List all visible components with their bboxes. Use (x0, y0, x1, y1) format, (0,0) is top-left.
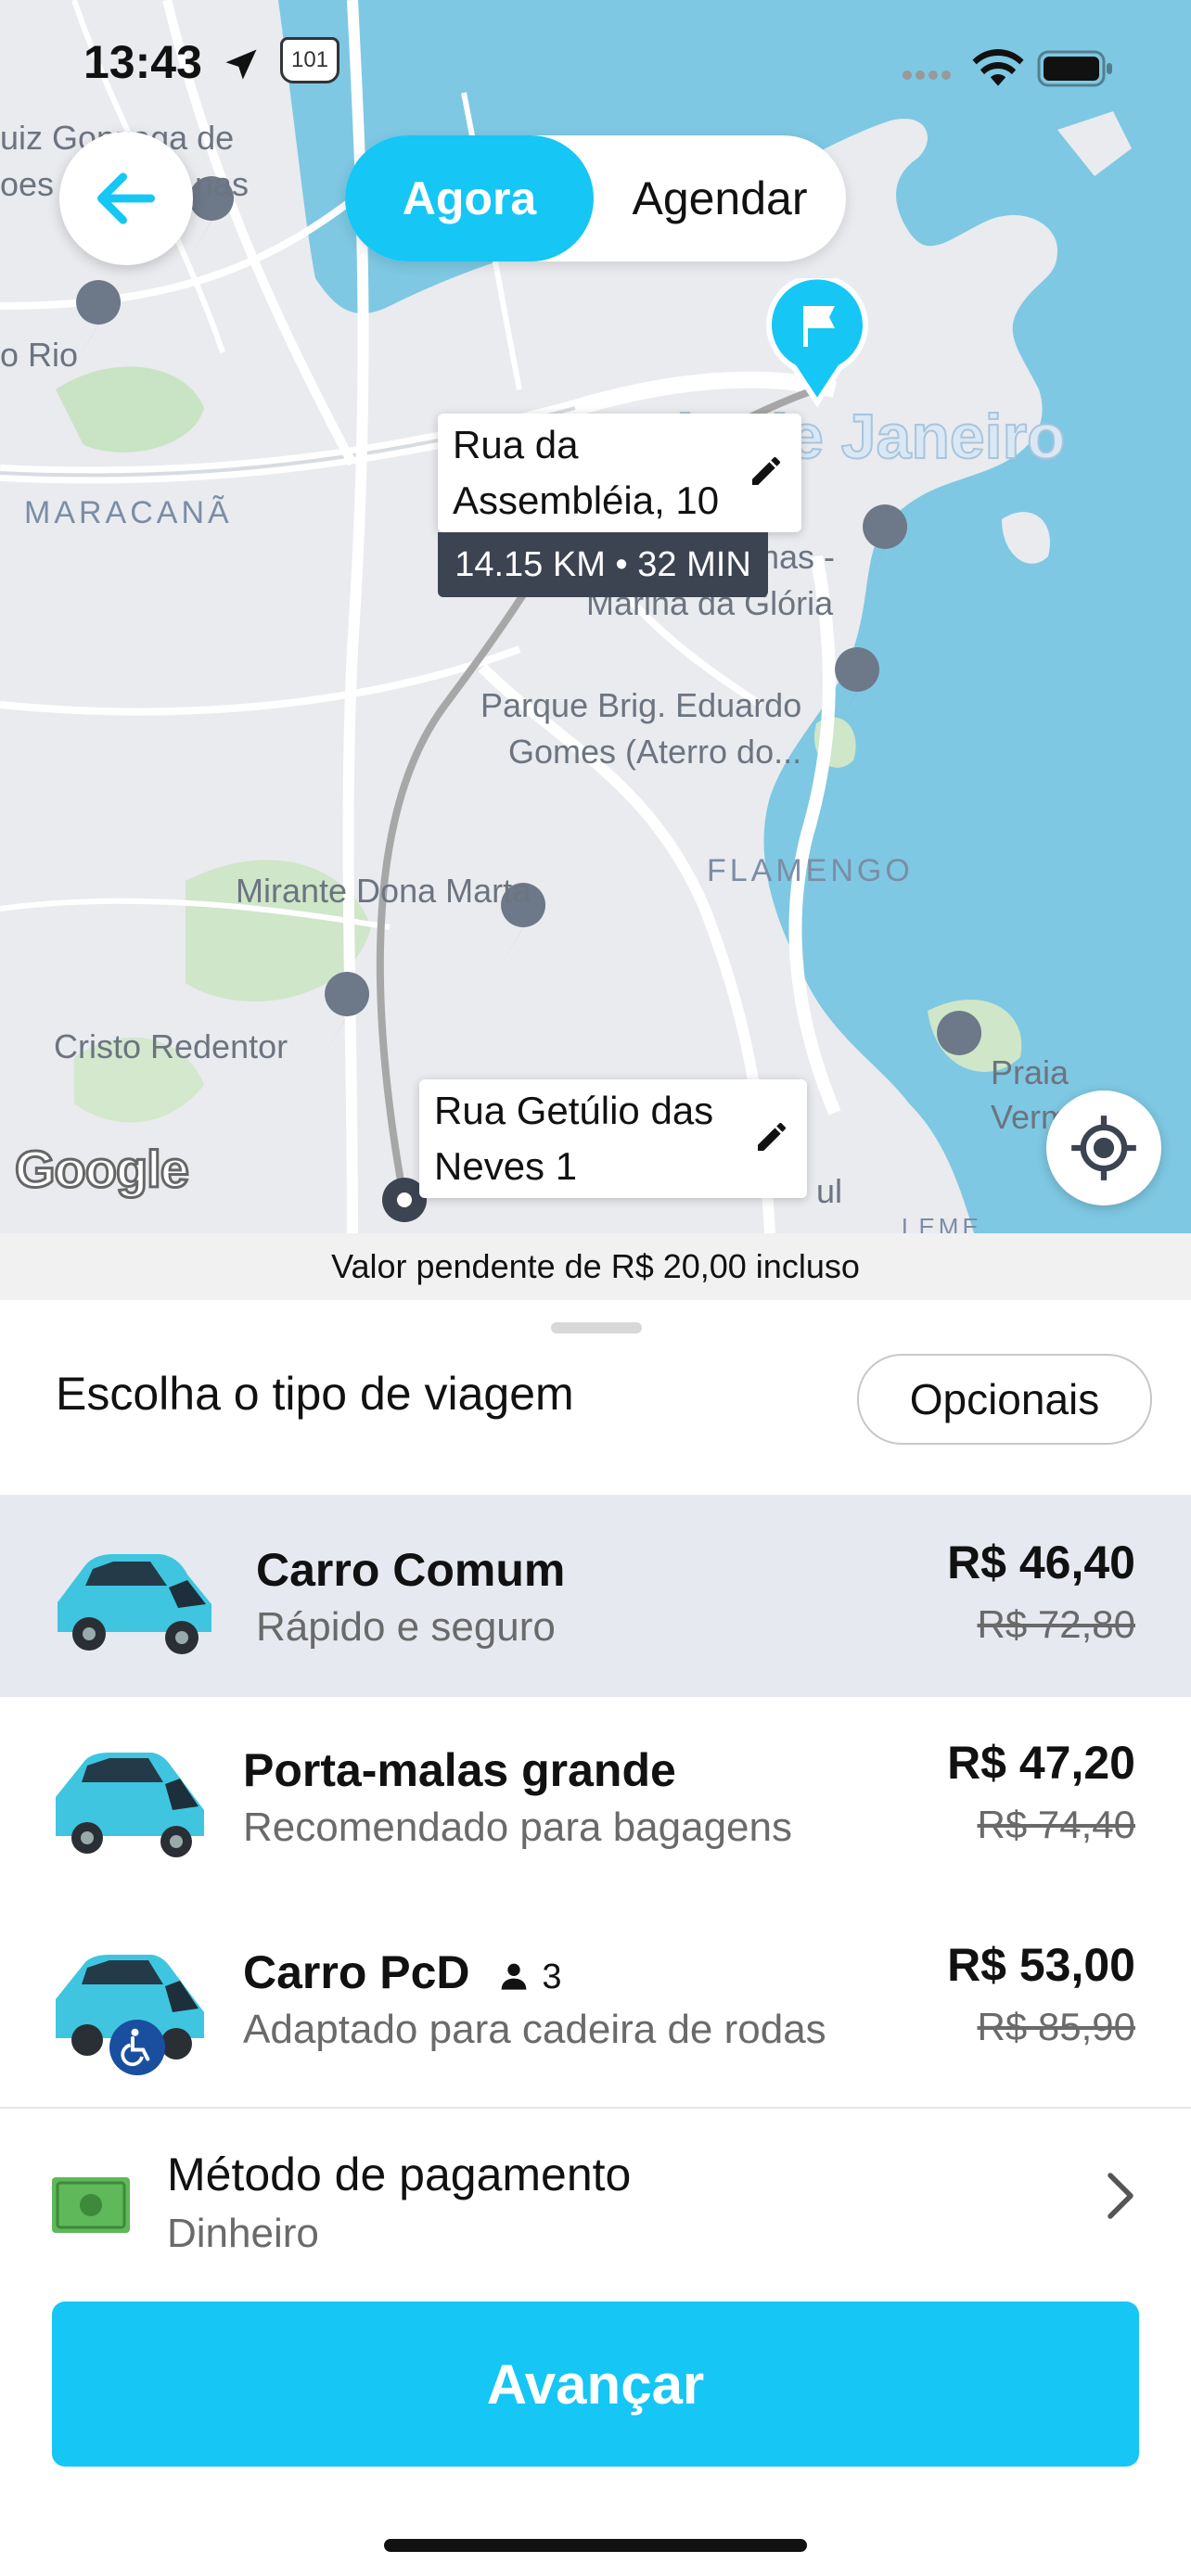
map-label: Gomes (Aterro do... (508, 733, 802, 771)
map-label: Parque Brig. Eduardo (480, 686, 802, 724)
ride-option-large-trunk[interactable]: Porta-malas grande Recomendado para baga… (0, 1699, 1191, 1901)
map-label: Praia (991, 1053, 1069, 1091)
payment-method-label: Método de pagamento (167, 2149, 632, 2200)
sheet-drag-handle[interactable] (551, 1322, 642, 1333)
location-arrow-icon (225, 49, 257, 80)
destination-line1: Rua da (453, 423, 579, 466)
signal-icon (903, 70, 951, 80)
pencil-icon[interactable] (753, 1118, 790, 1155)
ride-description: Rápido e seguro (256, 1604, 556, 1650)
ride-description: Adaptado para cadeira de rodas (243, 2007, 826, 2052)
car-icon (56, 1753, 204, 1857)
ride-old-price: R$ 74,40 (977, 1803, 1135, 1846)
ride-seat-count: 3 (542, 1958, 562, 1996)
destination-line2: Assembléia, 10 (453, 478, 720, 522)
flag-pin-icon (766, 278, 868, 408)
trip-time-toggle: Agora Agendar (345, 135, 846, 261)
ride-old-price: R$ 85,90 (977, 2005, 1135, 2048)
map-label: MARACANÃ (24, 495, 233, 530)
map-label: LEME (902, 1213, 982, 1233)
ride-option-accessible[interactable]: Carro PcD 3 Adaptado para cadeira de rod… (0, 1901, 1191, 2103)
home-indicator[interactable] (384, 2539, 807, 2552)
ride-price: R$ 53,00 (947, 1939, 1135, 1991)
map-label: FLAMENGO (707, 853, 914, 888)
map-view[interactable]: uiz Gonzaga de oes M nas o Rio MARACANÃ … (0, 0, 1191, 1233)
sheet-title: Escolha o tipo de viagem (56, 1368, 574, 1420)
map-label: Mirante Dona Marta (236, 872, 531, 910)
back-arrow-icon (97, 172, 156, 224)
ride-price: R$ 46,40 (947, 1537, 1135, 1588)
tab-schedule[interactable]: Agendar (594, 135, 846, 261)
destination-label[interactable]: Rua da Assembléia, 10 (438, 414, 801, 532)
payment-method-row[interactable]: Método de pagamento Dinheiro (0, 2123, 1191, 2272)
ride-price: R$ 47,20 (947, 1737, 1135, 1789)
ride-old-price: R$ 72,80 (977, 1602, 1135, 1646)
ride-description: Recomendado para bagagens (243, 1804, 793, 1850)
ride-option-standard[interactable]: Carro Comum Rápido e seguro R$ 46,40 R$ … (0, 1495, 1191, 1697)
route-shield-icon: 101 (280, 37, 339, 83)
origin-label[interactable]: Rua Getúlio das Neves 1 (419, 1079, 807, 1198)
origin-line1: Rua Getúlio das (434, 1089, 714, 1132)
map-label: nas (195, 165, 250, 203)
origin-line2: Neves 1 (434, 1144, 578, 1188)
map-label: Cristo Redentor (54, 1027, 288, 1065)
cash-icon (52, 2177, 130, 2233)
car-icon (58, 1554, 211, 1654)
pencil-icon[interactable] (748, 453, 785, 490)
status-bar: 13:43 101 (0, 0, 1191, 130)
ride-name: Porta-malas grande (243, 1744, 676, 1796)
divider (0, 2107, 1191, 2109)
pending-amount-notice: Valor pendente de R$ 20,00 incluso (0, 1233, 1191, 1300)
wifi-icon (972, 49, 1024, 86)
map-label: nas - (761, 538, 836, 576)
map-label: ul (816, 1172, 843, 1210)
map-label: o Rio (0, 336, 79, 374)
ride-name-text: Carro PcD (243, 1946, 470, 1998)
next-button[interactable]: Avançar (52, 2302, 1139, 2467)
battery-icon (1037, 50, 1112, 87)
recenter-icon (1071, 1116, 1136, 1180)
ride-name: Carro Comum (256, 1544, 566, 1596)
chevron-right-icon (1108, 2173, 1133, 2219)
ride-name: Carro PcD 3 (243, 1945, 561, 1999)
wheelchair-icon (109, 2020, 165, 2075)
status-time: 13:43 (83, 36, 202, 88)
options-button[interactable]: Opcionais (857, 1354, 1152, 1445)
back-button[interactable] (59, 132, 193, 265)
google-attribution: Google (14, 1139, 191, 1200)
payment-method-value: Dinheiro (167, 2211, 319, 2256)
tab-now[interactable]: Agora (345, 135, 594, 261)
route-distance-time: 14.15 KM • 32 MIN (438, 532, 768, 597)
person-icon (502, 1963, 527, 1990)
recenter-button[interactable] (1046, 1090, 1161, 1205)
